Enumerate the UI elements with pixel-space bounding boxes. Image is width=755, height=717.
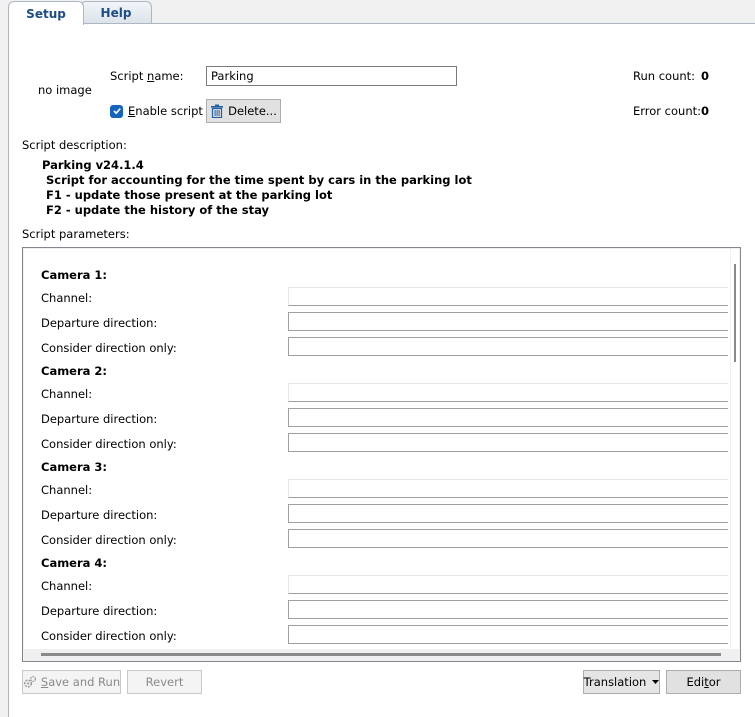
parameters-list: Camera 1: Channel: Departure direction: … [24, 249, 730, 649]
error-count-label: Error count: [633, 104, 702, 118]
script-description-text: Parking v24.1.4 Script for accounting fo… [42, 158, 472, 218]
camera-3-channel-label: Channel: [41, 483, 93, 497]
translation-dropdown[interactable]: Translation [583, 670, 660, 694]
camera-1-consider-field[interactable] [288, 337, 728, 356]
parameters-panel: Camera 1: Channel: Departure direction: … [22, 247, 741, 662]
camera-1-channel-field[interactable] [288, 287, 728, 306]
save-and-run-button[interactable]: Save and Run [22, 670, 121, 694]
run-count-label: Run count: [633, 69, 696, 83]
camera-1-consider-label: Consider direction only: [41, 341, 177, 355]
tab-setup-label: Setup [26, 6, 66, 21]
script-name-label: Script name: [110, 69, 184, 83]
camera-3-departure-label: Departure direction: [41, 508, 158, 522]
horizontal-scrollbar[interactable] [24, 649, 739, 661]
camera-2-departure-label: Departure direction: [41, 412, 158, 426]
error-count-value: 0 [701, 104, 710, 118]
delete-button-label: Delete... [228, 104, 277, 118]
description-line: Script for accounting for the time spent… [42, 173, 472, 187]
camera-1-heading: Camera 1: [41, 268, 108, 282]
script-parameters-heading: Script parameters: [22, 227, 130, 241]
camera-1-departure-label: Departure direction: [41, 316, 158, 330]
editor-label: Editor [686, 675, 721, 689]
camera-2-channel-label: Channel: [41, 387, 93, 401]
camera-4-heading: Camera 4: [41, 556, 108, 570]
dropdown-arrow-icon [652, 680, 660, 684]
camera-2-heading: Camera 2: [41, 364, 108, 378]
horizontal-scroll-thumb[interactable] [41, 653, 721, 656]
no-image-placeholder: no image [38, 83, 92, 97]
delete-button[interactable]: Delete... [206, 99, 281, 123]
camera-3-heading: Camera 3: [41, 460, 108, 474]
trash-icon [210, 104, 224, 118]
camera-4-consider-field[interactable] [288, 625, 728, 644]
revert-label: Revert [145, 675, 184, 689]
description-line: F1 - update those present at the parking… [42, 188, 333, 202]
camera-1-departure-field[interactable] [288, 312, 728, 331]
camera-3-channel-field[interactable] [288, 479, 728, 498]
save-and-run-label: Save and Run [40, 675, 121, 689]
description-line: Parking v24.1.4 [42, 158, 144, 172]
script-description-heading: Script description: [22, 138, 127, 152]
camera-4-channel-label: Channel: [41, 579, 93, 593]
camera-2-consider-field[interactable] [288, 433, 728, 452]
tab-help-label: Help [100, 5, 132, 20]
enable-script-checkbox[interactable]: Enable script [110, 104, 203, 118]
camera-2-consider-label: Consider direction only: [41, 437, 177, 451]
translation-label: Translation [583, 675, 647, 689]
description-line: F2 - update the history of the stay [42, 203, 270, 217]
vertical-scrollbar[interactable] [731, 249, 739, 649]
revert-button[interactable]: Revert [127, 670, 202, 694]
tab-strip: Setup Help [0, 0, 755, 25]
camera-4-channel-field[interactable] [288, 575, 728, 594]
camera-1-channel-label: Channel: [41, 291, 93, 305]
camera-3-consider-label: Consider direction only: [41, 533, 177, 547]
tab-help[interactable]: Help [80, 1, 152, 23]
camera-2-departure-field[interactable] [288, 408, 728, 427]
script-name-input[interactable]: Parking [206, 66, 457, 86]
camera-4-consider-label: Consider direction only: [41, 629, 177, 643]
tab-setup[interactable]: Setup [8, 1, 84, 25]
camera-2-channel-field[interactable] [288, 383, 728, 402]
gears-icon [23, 675, 37, 689]
camera-3-departure-field[interactable] [288, 504, 728, 523]
check-icon [110, 104, 123, 118]
camera-3-consider-field[interactable] [288, 529, 728, 548]
enable-script-label: Enable script [128, 104, 203, 118]
editor-button[interactable]: Editor [666, 670, 741, 694]
vertical-scroll-thumb[interactable] [734, 264, 736, 362]
camera-4-departure-field[interactable] [288, 600, 728, 619]
run-count-value: 0 [701, 69, 710, 83]
camera-4-departure-label: Departure direction: [41, 604, 158, 618]
